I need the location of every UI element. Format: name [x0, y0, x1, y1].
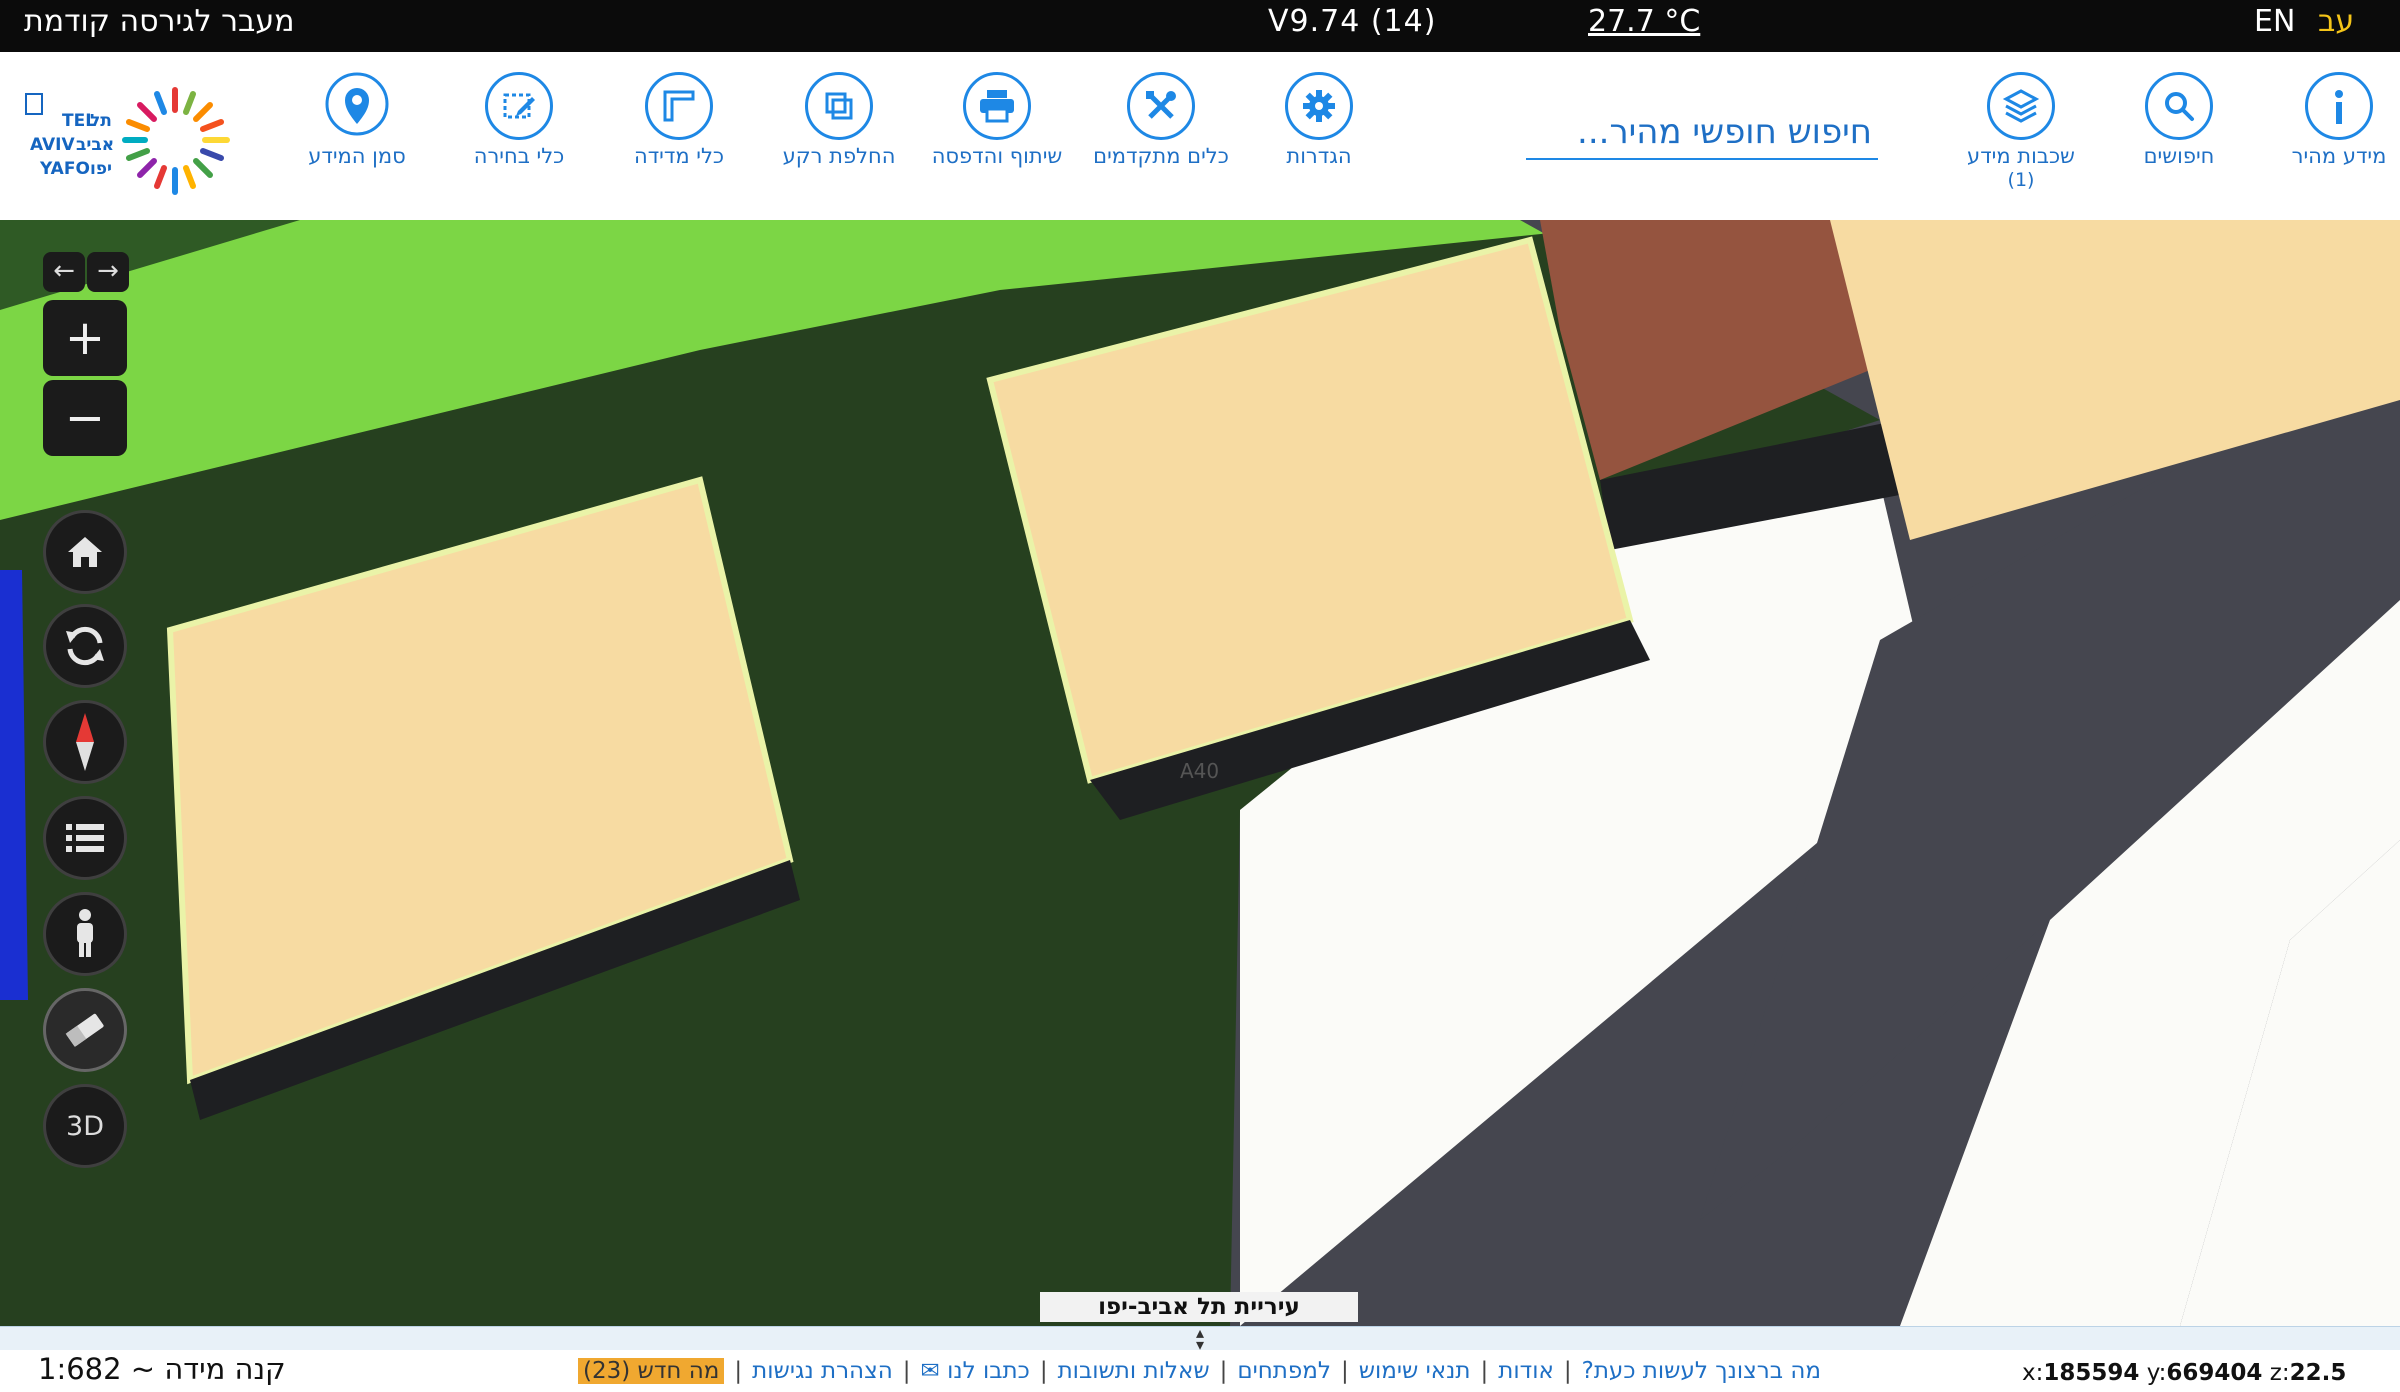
footer-link-faq[interactable]: שאלות ותשובות — [1058, 1358, 1210, 1384]
collapse-handle-icon[interactable]: ▴ ▾ — [1188, 1325, 1212, 1353]
footer-link-about[interactable]: אודות — [1498, 1358, 1554, 1384]
building-label: A40 — [1180, 759, 1219, 783]
home-icon — [68, 537, 102, 567]
gear-icon — [1285, 72, 1353, 140]
whats-new-badge[interactable]: מה חדש (23) — [578, 1358, 725, 1384]
measure-button[interactable]: כלי מדידה — [604, 72, 754, 169]
svg-text:יפו: יפו — [90, 159, 112, 179]
magnifier-icon — [2145, 72, 2213, 140]
3d-label: 3D — [66, 1110, 104, 1142]
quick-info-button[interactable]: מידע מהיר — [2264, 72, 2400, 169]
compass-icon — [76, 713, 94, 771]
footer-link-what-to-do[interactable]: מה ברצונך לעשות כעת? — [1582, 1358, 1821, 1384]
quick-info-label: מידע מהיר — [2291, 144, 2387, 168]
advanced-tools-label: כלים מתקדמים — [1093, 144, 1229, 168]
refresh-icon — [66, 626, 104, 666]
zoom-in-button[interactable]: + — [43, 300, 127, 376]
footer-link-terms[interactable]: תנאי שימוש — [1359, 1358, 1471, 1384]
layers-icon — [1987, 72, 2055, 140]
legend-list-button[interactable] — [43, 796, 127, 880]
info-marker-label: סמן המידע — [308, 144, 406, 168]
basemap-label: החלפת רקע — [782, 144, 896, 168]
share-print-label: שיתוף והדפסה — [931, 144, 1063, 168]
settings-button[interactable]: הגדרות — [1244, 72, 1394, 169]
version-label: V9.74 (14) — [1268, 4, 1437, 39]
footer-links: מה ברצונך לעשות כעת? | אודות | תנאי שימוש |… — [578, 1354, 1821, 1388]
info-icon — [2305, 72, 2373, 140]
tel-aviv-yafo-logo[interactable]: TEL תל AVIV אביב YAFO יפו — [20, 74, 250, 202]
footer-divider: | — [734, 1358, 743, 1384]
pan-arrows: ← → — [43, 252, 131, 292]
info-layers-button[interactable]: שכבות מידע (1) — [1946, 72, 2096, 191]
top-bar: מעבר לגירסה קודמת V9.74 (14) 27.7 °C EN … — [0, 0, 2400, 52]
basemap-icon — [805, 72, 873, 140]
eraser-button[interactable] — [43, 988, 127, 1072]
footer-divider: | — [1480, 1358, 1489, 1384]
footer-collapse-strip: ▴ ▾ — [0, 1325, 2400, 1353]
footer-divider: | — [1340, 1358, 1349, 1384]
map-canvas[interactable]: A40 — [0, 220, 2400, 1326]
language-hebrew[interactable]: עב — [2318, 0, 2354, 52]
info-layers-label: שכבות מידע — [1967, 144, 2075, 168]
footer-bar: קנה מידה ~ 1:682 מה ברצונך לעשות כעת? | א… — [0, 1350, 2400, 1392]
home-button[interactable] — [43, 510, 127, 594]
select-label: כלי בחירה — [473, 144, 565, 168]
settings-label: הגדרות — [1286, 144, 1352, 168]
map-view[interactable]: A40 עיריית תל אביב-יפו — [0, 220, 2400, 1326]
list-icon — [66, 824, 104, 852]
map-attribution: עיריית תל אביב-יפו — [1040, 1292, 1358, 1322]
x-coordinate: 185594 — [2043, 1360, 2140, 1386]
zoom-out-button[interactable]: − — [43, 380, 127, 456]
quick-search-input[interactable] — [1526, 108, 1878, 156]
toolbar: מידע מהיר חיפושים שכבות מידע (1) הגדרות … — [0, 52, 2400, 221]
footer-divider: | — [1039, 1358, 1048, 1384]
pegman-icon — [77, 909, 93, 957]
map-scale: קנה מידה ~ 1:682 — [38, 1352, 286, 1386]
y-coordinate-label: y: — [2146, 1360, 2167, 1386]
street-view-button[interactable] — [43, 892, 127, 976]
searches-label: חיפושים — [2143, 144, 2215, 168]
svg-text:תל: תל — [90, 111, 112, 131]
pan-left-button[interactable]: ← — [43, 252, 85, 292]
coordinates-readout: x:185594 y:669404 z:22.5 — [2022, 1360, 2346, 1386]
ruler-icon — [645, 72, 713, 140]
info-marker-button[interactable]: סמן המידע — [282, 72, 432, 169]
svg-text:AVIV: AVIV — [30, 135, 75, 155]
footer-link-contact[interactable]: כתבו לנו ✉ — [921, 1358, 1030, 1384]
basemap-button[interactable]: החלפת רקע — [764, 72, 914, 169]
printer-icon — [963, 72, 1031, 140]
pan-right-button[interactable]: → — [87, 252, 129, 292]
3d-view-button[interactable]: 3D — [43, 1084, 127, 1168]
compass-button[interactable] — [43, 700, 127, 784]
language-english[interactable]: EN — [2254, 0, 2295, 52]
info-layers-count: (1) — [2007, 169, 2035, 191]
select-button[interactable]: כלי בחירה — [444, 72, 594, 169]
select-icon — [485, 72, 553, 140]
z-coordinate-label: z: — [2269, 1360, 2290, 1386]
tools-icon — [1127, 72, 1195, 140]
footer-link-accessibility[interactable]: הצהרת נגישות — [752, 1358, 893, 1384]
advanced-tools-button[interactable]: כלים מתקדמים — [1086, 72, 1236, 169]
y-coordinate: 669404 — [2166, 1360, 2263, 1386]
footer-divider: | — [1563, 1358, 1572, 1384]
footer-link-developers[interactable]: למפתחים — [1237, 1358, 1331, 1384]
quick-search-box — [1526, 108, 1878, 160]
pin-icon — [323, 72, 391, 140]
footer-divider: | — [1219, 1358, 1228, 1384]
refresh-button[interactable] — [43, 604, 127, 688]
share-print-button[interactable]: שיתוף והדפסה — [922, 72, 1072, 169]
measure-label: כלי מדידה — [633, 144, 725, 168]
svg-text:אביב: אביב — [76, 135, 114, 155]
svg-text:YAFO: YAFO — [39, 159, 90, 179]
x-coordinate-label: x: — [2022, 1360, 2044, 1386]
searches-button[interactable]: חיפושים — [2104, 72, 2254, 169]
previous-version-link[interactable]: מעבר לגירסה קודמת — [24, 0, 295, 52]
eraser-icon — [65, 1013, 104, 1047]
z-coordinate: 22.5 — [2289, 1360, 2347, 1386]
footer-divider: | — [902, 1358, 911, 1384]
temperature-link[interactable]: 27.7 °C — [1588, 0, 1700, 52]
